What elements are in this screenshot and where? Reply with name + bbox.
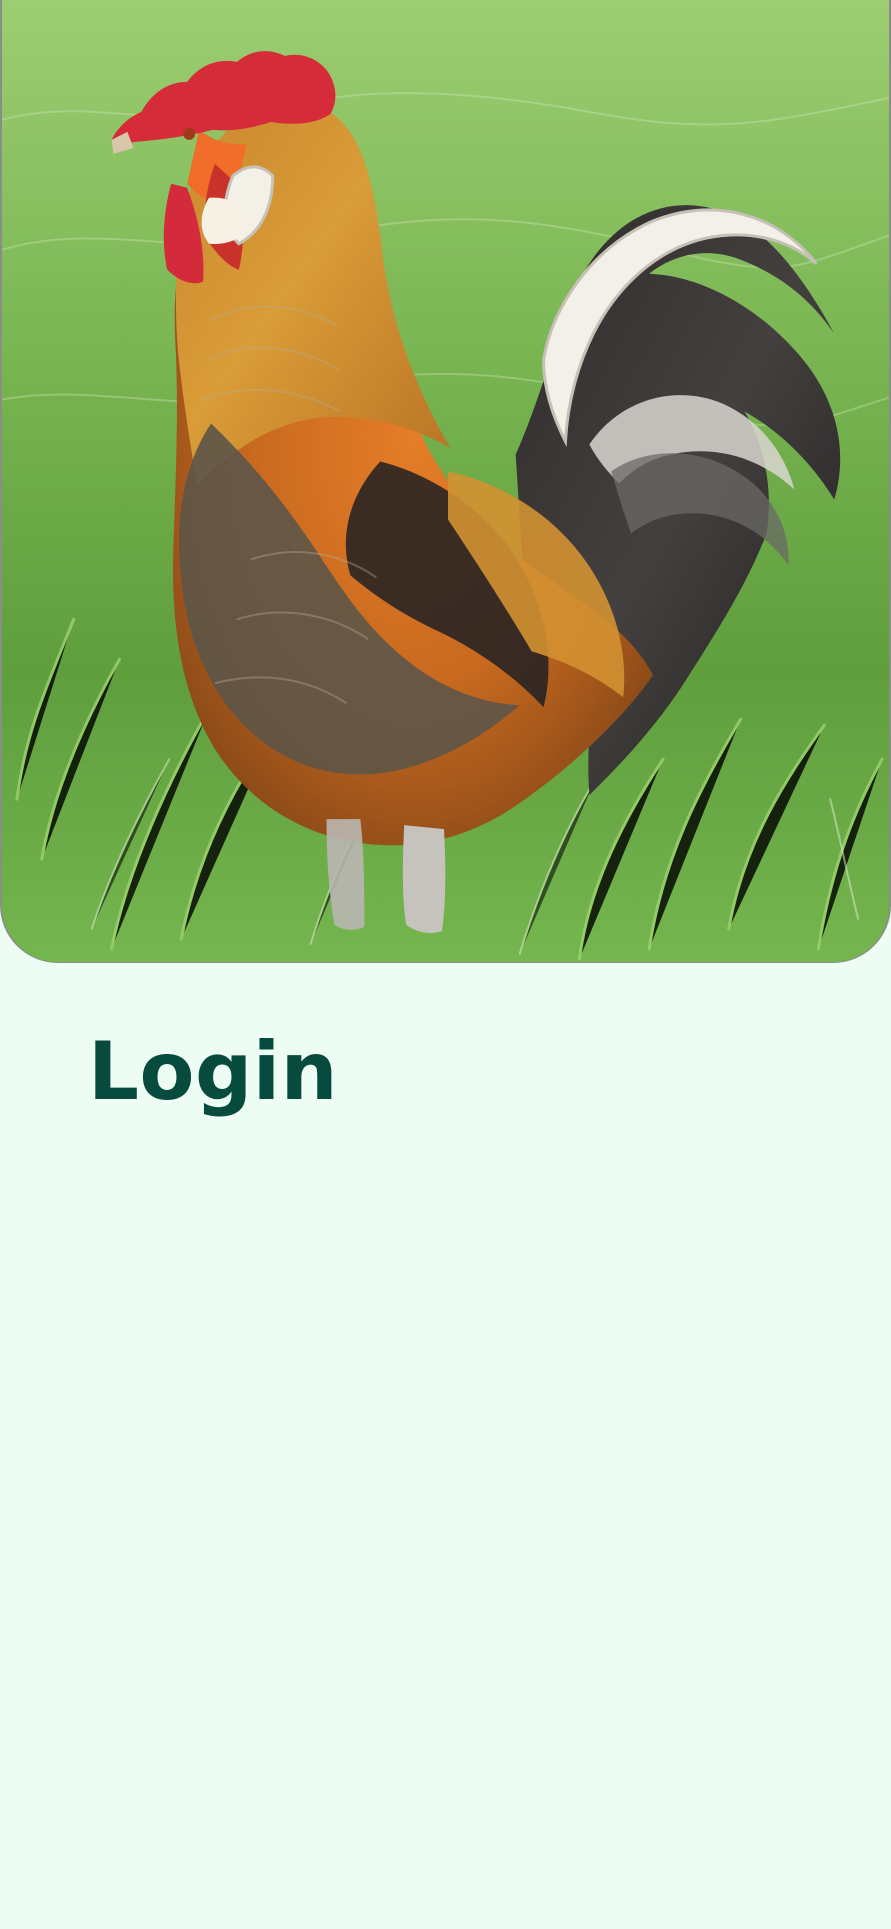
hero-image [0, 0, 891, 963]
rooster-illustration [2, 0, 889, 962]
page-title: Login [88, 1025, 339, 1118]
login-screen: Login [0, 0, 891, 1929]
